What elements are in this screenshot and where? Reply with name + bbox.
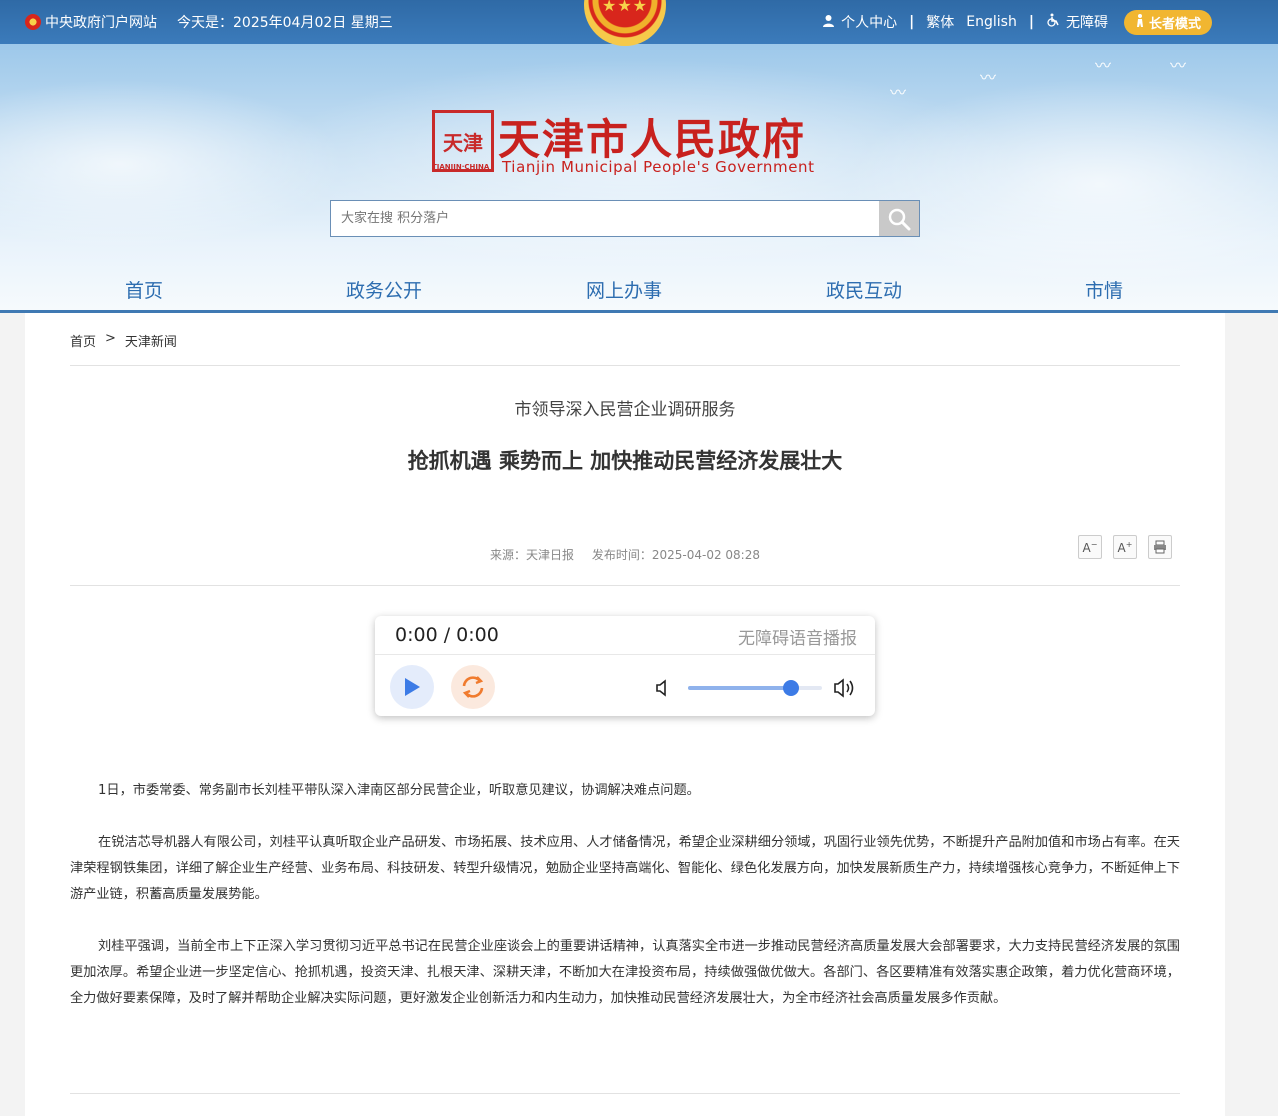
- article-subtitle: 市领导深入民营企业调研服务: [514, 400, 736, 420]
- current-date: 今天是：2025年04月02日 星期三: [177, 15, 393, 31]
- site-title-english: Tianjin Municipal People's Government: [502, 158, 815, 176]
- audio-player: 0:00 / 0:00 无障碍语音播报: [375, 616, 875, 716]
- article-body: 1日，市委常委、常务副市长刘桂平带队深入津南区部分民营企业，听取意见建议，协调解…: [70, 778, 1180, 1038]
- article-paragraph: 刘桂平强调，当前全市上下正深入学习贯彻习近平总书记在民营企业座谈会上的重要讲话精…: [70, 939, 1180, 1006]
- elder-mode-button[interactable]: 长者模式: [1123, 9, 1212, 35]
- traditional-chinese-link[interactable]: 繁体: [926, 12, 954, 32]
- loop-button[interactable]: [451, 665, 495, 709]
- font-decrease-icon: A−: [1082, 539, 1098, 555]
- accessibility-link[interactable]: 无障碍: [1046, 12, 1108, 32]
- nav-tab-gov-affairs[interactable]: 政务公开: [264, 274, 504, 310]
- wheelchair-icon: [1046, 13, 1060, 31]
- breadcrumb-home[interactable]: 首页: [70, 331, 96, 350]
- play-icon: [405, 678, 420, 696]
- separator: |: [909, 14, 915, 30]
- volume-high-icon[interactable]: [833, 677, 857, 703]
- font-decrease-button[interactable]: A−: [1078, 535, 1102, 559]
- search-icon: [888, 208, 911, 230]
- breadcrumb-current[interactable]: 天津新闻: [125, 331, 177, 350]
- dove-icon: 〰: [1170, 56, 1187, 75]
- article-paragraph: 1日，市委常委、常务副市长刘桂平带队深入津南区部分民营企业，听取意见建议，协调解…: [98, 783, 700, 798]
- elder-mode-label: 长者模式: [1148, 16, 1201, 32]
- personal-center-label: 个人中心: [841, 15, 898, 31]
- english-link[interactable]: English: [966, 14, 1017, 30]
- dove-icon: 〰: [1095, 56, 1112, 75]
- font-increase-button[interactable]: A+: [1113, 535, 1137, 559]
- personal-center-link[interactable]: 个人中心: [822, 12, 897, 32]
- loop-icon: [462, 676, 484, 698]
- article-publish-time: 发布时间：2025-04-02 08:28: [591, 548, 760, 562]
- play-button[interactable]: [390, 665, 434, 709]
- top-bar-left: 中央政府门户网站 今天是：2025年04月02日 星期三: [25, 12, 393, 32]
- article-tools: A− A+: [1067, 535, 1172, 559]
- content-panel: 首页 > 天津新闻 市领导深入民营企业调研服务 抢抓机遇 乘势而上 加快推动民营…: [25, 313, 1225, 1116]
- volume-low-icon[interactable]: [655, 679, 671, 701]
- separator: |: [1028, 14, 1034, 30]
- divider: [70, 585, 1180, 586]
- divider: [70, 1093, 1180, 1094]
- national-emblem-mini-icon: [25, 14, 41, 30]
- player-time: 0:00 / 0:00: [395, 624, 499, 646]
- breadcrumb: 首页 > 天津新闻: [70, 331, 177, 350]
- player-label: 无障碍语音播报: [738, 629, 857, 649]
- player-header: 0:00 / 0:00 无障碍语音播报: [375, 616, 875, 655]
- breadcrumb-separator: >: [105, 331, 116, 346]
- user-icon: [822, 14, 835, 31]
- volume-slider[interactable]: [688, 680, 822, 696]
- dove-icon: 〰: [890, 83, 907, 102]
- nav-tab-home[interactable]: 首页: [24, 274, 264, 310]
- article-source: 来源：天津日报: [490, 548, 575, 562]
- volume-fill: [688, 686, 792, 690]
- accessibility-label: 无障碍: [1065, 15, 1108, 31]
- divider: [70, 365, 1180, 366]
- article-title: 抢抓机遇 乘势而上 加快推动民营经济发展壮大: [407, 449, 843, 473]
- nav-tab-interaction[interactable]: 政民互动: [744, 274, 984, 310]
- volume-knob[interactable]: [783, 680, 800, 696]
- gov-portal-link[interactable]: 中央政府门户网站: [45, 12, 157, 32]
- printer-icon: [1154, 540, 1166, 554]
- font-increase-icon: A+: [1117, 539, 1133, 555]
- print-button[interactable]: [1148, 535, 1172, 559]
- site-header: 〰 〰 〰 〰 天津 TIANJIN·CHINA 天津市人民政府 Tianjin…: [0, 44, 1278, 310]
- nav-tab-city-info[interactable]: 市情: [984, 274, 1224, 310]
- tianjin-seal-subtitle: TIANJIN·CHINA: [432, 163, 490, 171]
- search-button[interactable]: [879, 201, 919, 236]
- main-nav: 首页 政务公开 网上办事 政民互动 市情: [0, 274, 1278, 310]
- elder-icon: [1135, 13, 1146, 31]
- search-bar: [330, 200, 920, 237]
- search-input[interactable]: [331, 201, 879, 236]
- article-meta: 来源：天津日报 发布时间：2025-04-02 08:28: [25, 546, 1225, 563]
- article-paragraph: 在锐洁芯导机器人有限公司，刘桂平认真听取企业产品研发、市场拓展、技术应用、人才储…: [70, 835, 1180, 902]
- dove-icon: 〰: [980, 68, 997, 87]
- nav-tab-online-services[interactable]: 网上办事: [504, 274, 744, 310]
- top-bar-right: 个人中心 | 繁体 English | 无障碍 长者模式: [810, 8, 1212, 36]
